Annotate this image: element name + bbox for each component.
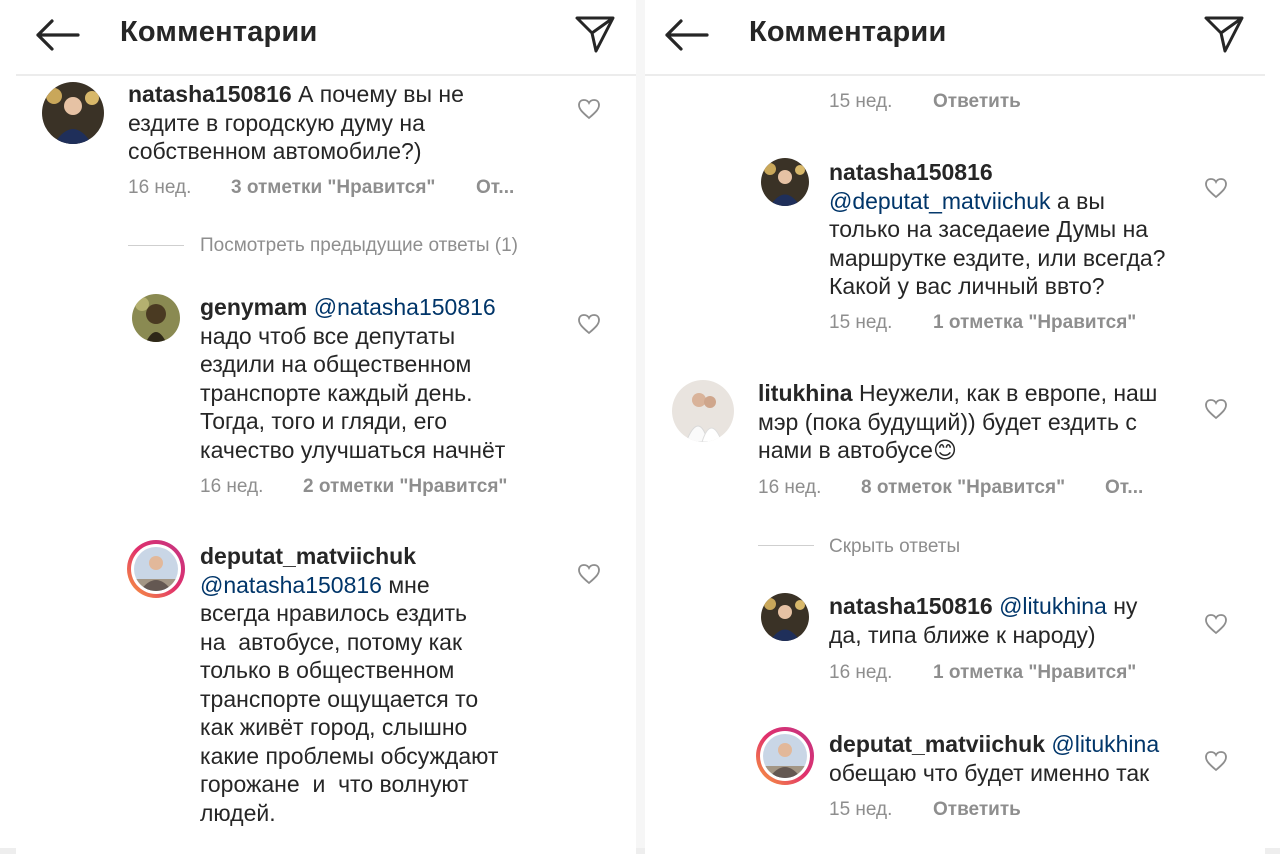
comment-username[interactable]: genymam <box>200 294 307 320</box>
thread-line <box>758 545 814 546</box>
comment-username[interactable]: litukhina <box>758 380 853 406</box>
view-previous-replies[interactable]: Посмотреть предыдущие ответы (1) <box>200 235 518 257</box>
mention-link[interactable]: @deputat_matviichuk <box>829 188 1051 214</box>
thread-line <box>128 245 184 246</box>
comment-time: 16 нед. <box>200 476 264 497</box>
comment-meta: 16 нед. 1 отметка "Нравится" <box>829 662 1136 684</box>
page-title: Комментарии <box>749 16 947 48</box>
header: Комментарии <box>645 0 1265 76</box>
comment-text: deputat_matviichuk @litukhina обещаю что… <box>829 731 1160 786</box>
mention-link[interactable]: @litukhina <box>999 593 1107 619</box>
comment-username[interactable]: natasha150816 <box>128 81 292 107</box>
comment-meta: 16 нед. 3 отметки "Нравится" От... <box>128 177 514 199</box>
avatar-deputat_matviichuk[interactable] <box>756 727 814 785</box>
like-heart-icon[interactable] <box>577 313 601 335</box>
back-arrow-icon[interactable] <box>34 18 80 52</box>
page-title: Комментарии <box>120 16 318 48</box>
direct-send-icon[interactable] <box>1203 14 1245 54</box>
mention-link[interactable]: @natasha150816 <box>200 572 382 598</box>
avatar-natasha150816[interactable] <box>761 158 809 206</box>
comment-username[interactable]: natasha150816 <box>829 159 993 185</box>
comment-text: deputat_matviichuk @natasha150816 мне вс… <box>200 543 499 826</box>
comments-screen-right: Комментарии 15 нед. Ответить natasha1508… <box>645 0 1265 854</box>
like-heart-icon[interactable] <box>577 563 601 585</box>
likes-count[interactable]: 1 отметка "Нравится" <box>933 662 1136 684</box>
avatar-deputat_matviichuk[interactable] <box>127 540 185 598</box>
like-heart-icon[interactable] <box>577 98 601 120</box>
comment-text: natasha150816 А почему вы не ездите в го… <box>128 81 464 164</box>
comment-time: 16 нед. <box>758 477 822 498</box>
comment-meta: 16 нед. 8 отметок "Нравится" От... <box>758 477 1143 499</box>
comment-username[interactable]: deputat_matviichuk <box>200 543 416 569</box>
comment-time: 16 нед. <box>829 662 893 683</box>
direct-send-icon[interactable] <box>574 14 616 54</box>
like-heart-icon[interactable] <box>1204 613 1228 635</box>
like-heart-icon[interactable] <box>1204 398 1228 420</box>
avatar-litukhina[interactable] <box>672 380 734 442</box>
reply-button[interactable]: От... <box>1105 477 1143 499</box>
reply-button[interactable]: Ответить <box>933 91 1021 113</box>
comment-meta: 15 нед. 1 отметка "Нравится" <box>829 312 1136 334</box>
comment-time: 16 нед. <box>128 177 192 198</box>
comment-time: 15 нед. <box>829 799 893 820</box>
like-heart-icon[interactable] <box>1204 750 1228 772</box>
panel-divider <box>636 0 645 854</box>
hide-replies[interactable]: Скрыть ответы <box>829 536 960 558</box>
header: Комментарии <box>16 0 636 76</box>
likes-count[interactable]: 2 отметки "Нравится" <box>303 476 507 498</box>
smiling-face-emoji: 😊 <box>932 437 957 463</box>
likes-count[interactable]: 8 отметок "Нравится" <box>861 477 1065 499</box>
comment-username[interactable]: deputat_matviichuk <box>829 731 1045 757</box>
likes-count[interactable]: 3 отметки "Нравится" <box>231 177 435 199</box>
comment-meta: 15 нед. Ответить <box>829 91 1021 113</box>
comment-text: natasha150816 @deputat_matviichuk а вы т… <box>829 159 1166 299</box>
comments-screen-left: Комментарии natasha150816 А почему вы не… <box>16 0 636 854</box>
comment-text: natasha150816 @litukhina ну да, типа бли… <box>829 593 1138 648</box>
reply-button[interactable]: От... <box>476 177 514 199</box>
back-arrow-icon[interactable] <box>663 18 709 52</box>
reply-button[interactable]: Ответить <box>933 799 1021 821</box>
comment-meta: 16 нед. 2 отметки "Нравится" <box>200 476 507 498</box>
like-heart-icon[interactable] <box>1204 177 1228 199</box>
likes-count[interactable]: 1 отметка "Нравится" <box>933 312 1136 334</box>
comment-text: litukhina Неужели, как в европе, наш мэр… <box>758 380 1158 463</box>
comment-time: 15 нед. <box>829 91 893 112</box>
mention-link[interactable]: @natasha150816 <box>314 294 496 320</box>
mention-link[interactable]: @litukhina <box>1051 731 1159 757</box>
comment-time: 15 нед. <box>829 312 893 333</box>
comment-username[interactable]: natasha150816 <box>829 593 993 619</box>
comment-meta: 15 нед. Ответить <box>829 799 1021 821</box>
avatar-natasha150816[interactable] <box>42 82 104 144</box>
avatar-natasha150816[interactable] <box>761 593 809 641</box>
comment-text: genymam @natasha150816 надо чтоб все деп… <box>200 294 506 463</box>
avatar-genymam[interactable] <box>132 294 180 342</box>
